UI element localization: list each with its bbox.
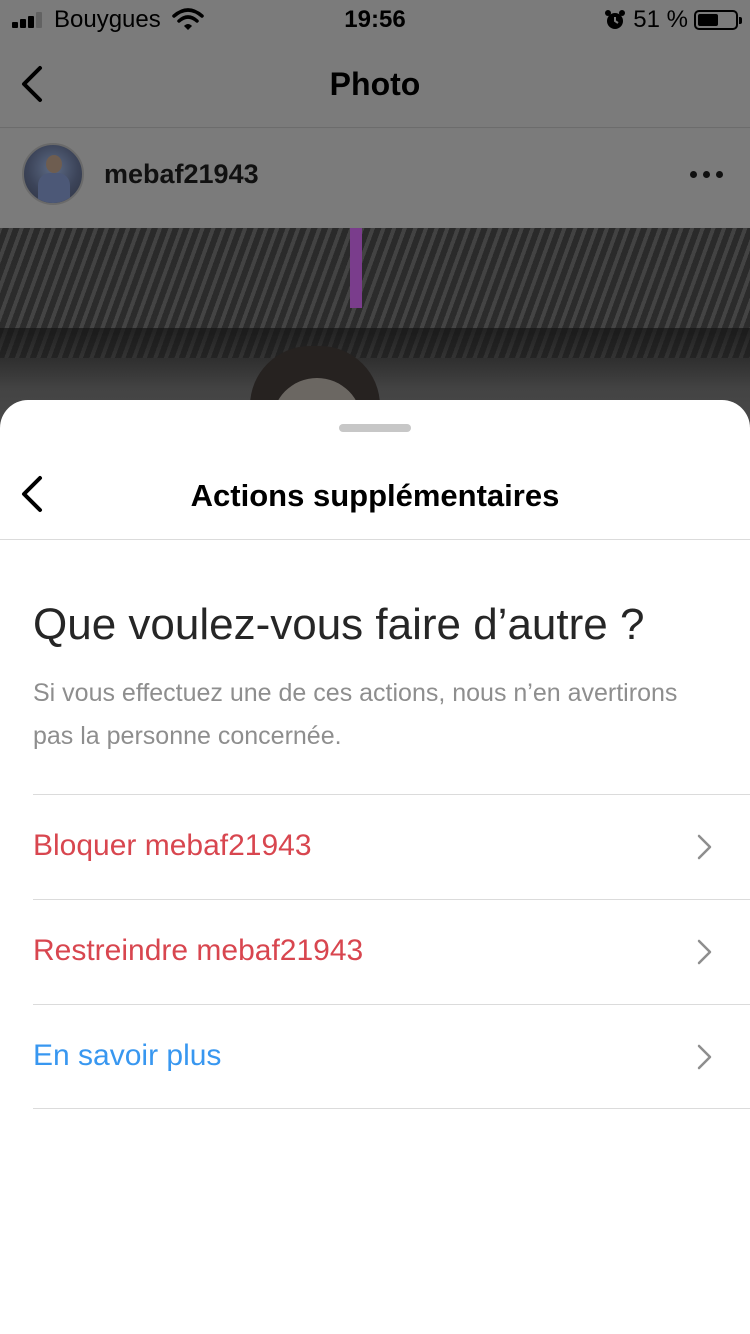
sheet-heading: Que voulez-vous faire d’autre ? xyxy=(33,600,645,649)
chevron-right-icon xyxy=(697,834,712,860)
avatar[interactable] xyxy=(22,143,84,205)
sheet-header: Actions supplémentaires xyxy=(0,440,750,540)
chevron-right-icon xyxy=(697,1044,712,1070)
options-list: Bloquer mebaf21943 Restreindre mebaf2194… xyxy=(33,794,750,1109)
battery-icon xyxy=(694,10,742,30)
status-bar: Bouygues 19:56 51 % xyxy=(0,0,750,40)
nav-bar: Photo xyxy=(0,40,750,128)
option-label: Bloquer mebaf21943 xyxy=(33,829,312,862)
alarm-icon xyxy=(605,10,625,29)
option-label: Restreindre mebaf21943 xyxy=(33,934,364,967)
page-title: Photo xyxy=(329,66,421,102)
post-header: mebaf21943 xyxy=(0,129,750,227)
learn-more-option[interactable]: En savoir plus xyxy=(33,1004,750,1109)
sheet-description: Si vous effectuez une de ces actions, no… xyxy=(33,679,678,750)
battery-percent: 51 % xyxy=(633,6,688,33)
post-photo xyxy=(0,228,750,428)
post-username[interactable]: mebaf21943 xyxy=(104,159,259,190)
block-user-option[interactable]: Bloquer mebaf21943 xyxy=(33,794,750,899)
more-icon[interactable] xyxy=(690,171,724,179)
sheet-title: Actions supplémentaires xyxy=(190,478,560,513)
option-label: En savoir plus xyxy=(33,1039,222,1072)
sheet-grabber[interactable] xyxy=(339,424,411,432)
chevron-right-icon xyxy=(697,939,712,965)
restrict-user-option[interactable]: Restreindre mebaf21943 xyxy=(33,899,750,1004)
actions-sheet: Actions supplémentaires Que voulez-vous … xyxy=(0,400,750,1334)
